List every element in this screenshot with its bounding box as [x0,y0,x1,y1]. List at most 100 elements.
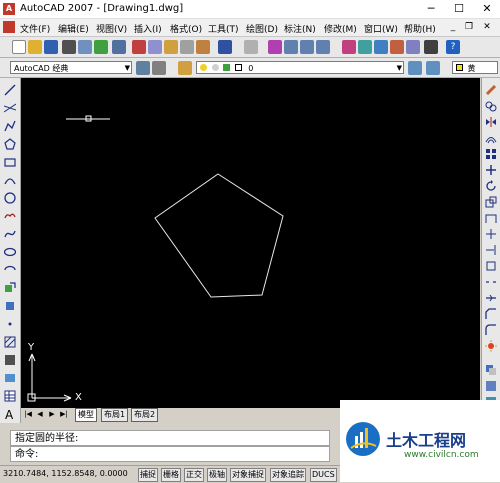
ellipse-arc-icon[interactable] [4,264,16,276]
menu-modify[interactable]: 修改(M) [324,22,357,35]
undo-icon[interactable] [218,40,232,54]
3d-dwf-icon[interactable] [112,40,126,54]
line-icon[interactable] [4,84,16,96]
ortho-toggle[interactable]: 正交 [184,468,204,482]
menu-file[interactable]: 文件(F) [20,22,50,35]
menu-view[interactable]: 视图(V) [96,22,127,35]
chamfer-icon[interactable] [485,308,497,320]
zoom-previous-icon[interactable] [316,40,330,54]
hatch-icon[interactable] [4,336,16,348]
table-icon[interactable] [4,390,16,402]
copy-icon[interactable] [148,40,162,54]
markup-set-manager-icon[interactable] [406,40,420,54]
make-object-layer-current-icon[interactable] [408,61,422,75]
properties-icon[interactable] [342,40,356,54]
multiline-text-icon[interactable]: A [4,408,16,420]
tab-model[interactable]: 模型 [75,408,97,422]
snap-toggle[interactable]: 捕捉 [138,468,158,482]
coordinate-readout[interactable]: 3210.7484, 1152.8548, 0.0000 [3,469,128,478]
text-style-icon[interactable] [485,380,497,392]
extend-icon[interactable] [485,244,497,256]
layer-previous-icon[interactable] [426,61,440,75]
layer-manager-icon[interactable] [178,61,192,75]
polygon-icon[interactable] [4,138,16,150]
array-icon[interactable] [485,148,497,160]
draw-order-icon[interactable] [485,364,497,376]
polar-toggle[interactable]: 极轴 [207,468,227,482]
break-icon[interactable] [485,276,497,288]
close-button[interactable]: ✕ [474,0,500,18]
rotate-icon[interactable] [485,180,497,192]
tab-first-button[interactable]: |◀ [23,409,33,419]
autocad-app-icon[interactable]: A [3,3,15,15]
rectangle-icon[interactable] [4,156,16,168]
tab-prev-button[interactable]: ◀ [35,409,45,419]
tab-layout2[interactable]: 布局2 [131,408,159,422]
copy-object-icon[interactable] [485,100,497,112]
menu-edit[interactable]: 编辑(E) [58,22,89,35]
join-icon[interactable] [485,292,497,304]
save-workspace-icon[interactable] [152,61,166,75]
block-editor-icon[interactable] [196,40,210,54]
arc-icon[interactable] [4,174,16,186]
offset-icon[interactable] [485,132,497,144]
ducs-toggle[interactable]: DUCS [310,468,337,482]
open-icon[interactable] [28,40,42,54]
menu-format[interactable]: 格式(O) [170,22,202,35]
color-dropdown[interactable]: 黄 [452,61,498,74]
help-icon[interactable]: ? [446,40,460,54]
region-icon[interactable] [4,372,16,384]
pan-icon[interactable] [268,40,282,54]
save-icon[interactable] [44,40,58,54]
menu-tools[interactable]: 工具(T) [208,22,239,35]
tool-palettes-icon[interactable] [374,40,388,54]
mirror-icon[interactable] [485,116,497,128]
plot-icon[interactable] [62,40,76,54]
workspace-dropdown[interactable]: AutoCAD 经典 ▼ [10,61,132,74]
point-icon[interactable] [4,318,16,330]
revision-cloud-icon[interactable] [4,210,16,222]
new-icon[interactable] [12,40,26,54]
scale-icon[interactable] [485,196,497,208]
doc-close-button[interactable]: ✕ [480,20,494,34]
drawing-doc-icon[interactable] [3,21,15,33]
match-properties-icon[interactable] [180,40,194,54]
tab-layout1[interactable]: 布局1 [101,408,129,422]
construction-line-icon[interactable] [4,102,16,114]
quickcalc-icon[interactable] [424,40,438,54]
stretch-icon[interactable] [485,212,497,224]
zoom-window-icon[interactable] [300,40,314,54]
menu-dimension[interactable]: 标注(N) [284,22,316,35]
zoom-realtime-icon[interactable] [284,40,298,54]
command-input[interactable]: 命令: [10,446,330,462]
doc-minimize-button[interactable]: _ [446,20,460,34]
menu-help[interactable]: 帮助(H) [404,22,436,35]
ellipse-icon[interactable] [4,246,16,258]
tab-next-button[interactable]: ▶ [47,409,57,419]
maximize-button[interactable]: ☐ [446,0,472,18]
fillet-icon[interactable] [485,324,497,336]
osnap-toggle[interactable]: 对象捕捉 [230,468,266,482]
workspace-settings-icon[interactable] [136,61,150,75]
paste-icon[interactable] [164,40,178,54]
circle-icon[interactable] [4,192,16,204]
grid-toggle[interactable]: 栅格 [161,468,181,482]
pentagon-shape[interactable] [154,173,284,298]
sheet-set-manager-icon[interactable] [390,40,404,54]
doc-restore-button[interactable]: ❐ [462,20,476,34]
publish-icon[interactable] [94,40,108,54]
otrack-toggle[interactable]: 对象追踪 [270,468,306,482]
drawing-canvas[interactable]: Y X [21,78,480,408]
plot-preview-icon[interactable] [78,40,92,54]
explode-icon[interactable] [485,340,497,352]
polyline-icon[interactable] [4,120,16,132]
menu-window[interactable]: 窗口(W) [364,22,398,35]
redo-icon[interactable] [244,40,258,54]
minimize-button[interactable]: ─ [418,0,444,18]
erase-icon[interactable] [485,84,497,96]
menu-draw[interactable]: 绘图(D) [246,22,278,35]
spline-icon[interactable] [4,228,16,240]
menu-insert[interactable]: 插入(I) [134,22,162,35]
trim-icon[interactable] [485,228,497,240]
insert-block-icon[interactable] [4,282,16,294]
